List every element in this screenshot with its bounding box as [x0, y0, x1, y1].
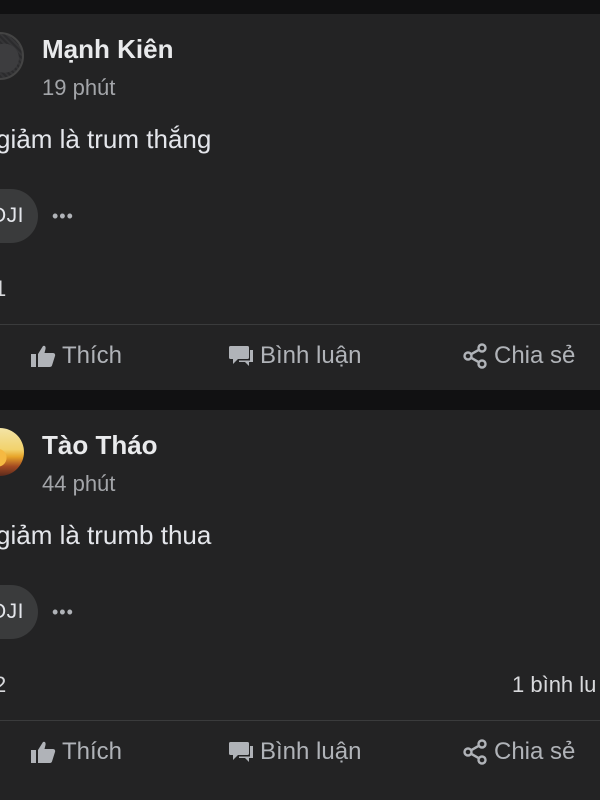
comment-icon [229, 742, 253, 762]
divider [0, 324, 600, 325]
post-card: Tào Tháo 44 phút giảm là trumb thua OJI … [0, 410, 600, 800]
comment-icon [229, 346, 253, 366]
share-button[interactable]: Chia sẻ [462, 342, 575, 370]
reaction-count[interactable]: 1 [0, 276, 6, 302]
thumbs-up-icon [31, 741, 56, 763]
share-label: Chia sẻ [494, 738, 576, 765]
comment-button[interactable]: Bình luận [228, 738, 361, 766]
author-name[interactable]: Mạnh Kiên [42, 34, 173, 65]
like-button[interactable]: Thích [30, 342, 122, 370]
action-bar: Thích Bình luận Chia sẻ [0, 332, 600, 384]
reaction-count[interactable]: 2 [0, 672, 6, 698]
like-button[interactable]: Thích [30, 738, 122, 766]
comment-label: Bình luận [260, 342, 362, 369]
more-options-icon[interactable]: ••• [52, 602, 74, 622]
emoji-label: OJI [0, 600, 24, 623]
thumbs-up-icon [31, 345, 56, 367]
post-time[interactable]: 44 phút [42, 471, 115, 497]
comment-button[interactable]: Bình luận [228, 342, 361, 370]
avatar[interactable] [0, 32, 24, 80]
action-bar: Thích Bình luận Chia sẻ [0, 728, 600, 780]
post-card: Mạnh Kiên 19 phút giảm là trum thắng OJI… [0, 14, 600, 390]
like-label: Thích [62, 738, 123, 765]
post-text: giảm là trum thắng [0, 124, 212, 154]
like-label: Thích [62, 342, 123, 369]
share-label: Chia sẻ [494, 342, 576, 369]
comment-label: Bình luận [260, 738, 362, 765]
avatar[interactable] [0, 428, 24, 476]
comment-count[interactable]: 1 bình lu [512, 672, 596, 698]
share-button[interactable]: Chia sẻ [462, 738, 575, 766]
share-icon [463, 343, 487, 369]
more-options-icon[interactable]: ••• [52, 206, 74, 226]
post-time[interactable]: 19 phút [42, 75, 115, 101]
emoji-label: OJI [0, 204, 24, 227]
author-name[interactable]: Tào Tháo [42, 430, 158, 461]
post-text: giảm là trumb thua [0, 520, 212, 550]
share-icon [463, 739, 487, 765]
emoji-reaction-button[interactable]: OJI [0, 585, 38, 639]
emoji-reaction-button[interactable]: OJI [0, 189, 38, 243]
divider [0, 720, 600, 721]
